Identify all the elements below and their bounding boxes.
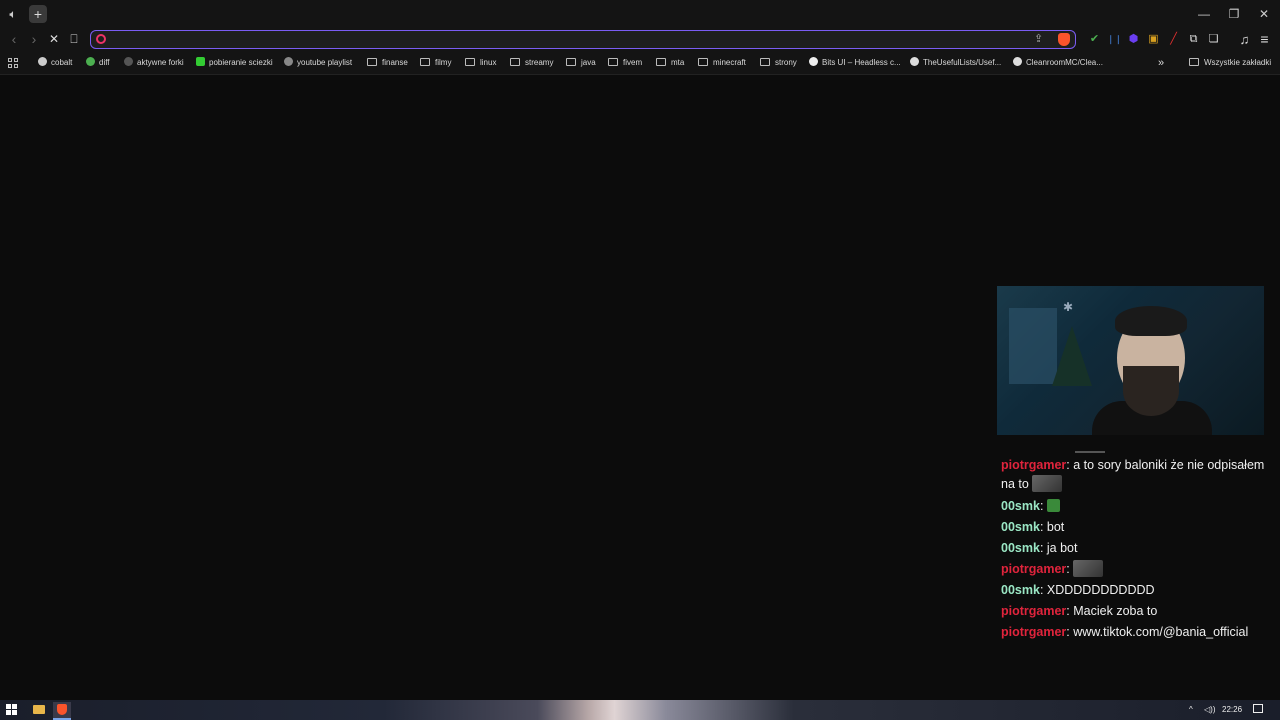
github-icon [910, 57, 919, 66]
brave-shields-icon[interactable] [1058, 33, 1070, 46]
folder-icon [465, 58, 475, 66]
speaker-icon[interactable]: 🔈︎ [4, 5, 22, 23]
windows-start-icon[interactable] [6, 704, 17, 715]
close-window-button[interactable]: ✕ [1250, 4, 1278, 24]
bookmark-mta[interactable]: mta [656, 56, 684, 70]
bookmark-bits-ui[interactable]: Bits UI – Headless c... [809, 56, 901, 70]
chat-message: piotrgamer: Maciek zoba to [1001, 604, 1158, 618]
bookmark-theusefullists[interactable]: TheUsefulLists/Usef... [910, 56, 1001, 70]
minimize-button[interactable]: — [1190, 4, 1218, 24]
volume-icon[interactable]: ◁)) [1204, 703, 1215, 717]
extension-box-icon[interactable]: ▣ [1147, 33, 1160, 46]
folder-icon [698, 58, 708, 66]
folder-icon [420, 58, 430, 66]
bookmark-filmy[interactable]: filmy [420, 56, 451, 70]
chat-overlay: piotrgamer: a to sory baloniki że nie od… [1001, 456, 1271, 643]
bookmark-finanse[interactable]: finanse [367, 56, 408, 70]
notification-icon[interactable] [1253, 704, 1263, 713]
forward-button[interactable]: › [26, 31, 42, 47]
bookmark-aktywne-forki[interactable]: aktywne forki [124, 56, 184, 70]
chat-message: piotrgamer: www.tiktok.com/@bania_offici… [1001, 625, 1249, 639]
new-tab-button[interactable]: + [29, 5, 47, 23]
bookmark-diff[interactable]: diff [86, 56, 110, 70]
apps-grid-icon[interactable] [8, 58, 18, 68]
site-info-icon[interactable] [96, 34, 106, 44]
cobalt-icon [38, 57, 47, 66]
chat-message: piotrgamer: a to sory baloniki że nie od… [1001, 458, 1265, 492]
title-bar [0, 0, 1280, 28]
bookmark-streamy[interactable]: streamy [510, 56, 553, 70]
address-input[interactable] [113, 32, 1017, 49]
brave-taskbar-button[interactable] [53, 702, 71, 720]
sidebar-icon[interactable]: ❏ [1207, 33, 1220, 46]
chat-message: piotrgamer: [1001, 559, 1271, 580]
extensions-puzzle-icon[interactable]: ⧉ [1187, 33, 1200, 46]
folder-icon [566, 58, 576, 66]
media-icon[interactable]: ♫ [1238, 33, 1251, 46]
extension-audio-icon[interactable]: ❘❘ [1107, 33, 1122, 46]
folder-icon [656, 58, 666, 66]
extension-hex-icon[interactable]: ⬢ [1127, 33, 1140, 46]
brave-icon [57, 704, 67, 715]
restore-button[interactable]: ❐ [1220, 4, 1248, 24]
chat-divider [1075, 451, 1105, 453]
stop-button[interactable]: ✕ [46, 31, 62, 47]
chat-message: 00smk: XDDDDDDDDDDD [1001, 583, 1155, 597]
taskbar [0, 700, 1280, 720]
bookmark-java[interactable]: java [566, 56, 596, 70]
menu-icon[interactable]: ≡ [1258, 32, 1271, 46]
github-icon [1013, 57, 1022, 66]
globe-icon [284, 57, 293, 66]
bookmark-minecraft[interactable]: minecraft [698, 56, 746, 70]
folder-icon [367, 58, 377, 66]
emote-image [1032, 475, 1063, 492]
bookmark-linux[interactable]: linux [465, 56, 496, 70]
bookmark-strony[interactable]: strony [760, 56, 797, 70]
share-icon[interactable]: ⇪ [1034, 32, 1043, 45]
clock[interactable]: 22:26 [1222, 703, 1242, 717]
webcam-overlay: ✱ [997, 286, 1264, 435]
extension-pen-icon[interactable]: ╱ [1167, 33, 1180, 46]
all-bookmarks-button[interactable]: Wszystkie zakładki [1189, 56, 1271, 70]
dot-icon [809, 57, 818, 66]
bookmark-fivem[interactable]: fivem [608, 56, 642, 70]
folder-icon [510, 58, 520, 66]
fork-icon [124, 57, 133, 66]
bookmarks-overflow-button[interactable]: » [1158, 56, 1164, 70]
tray-overflow-icon[interactable]: ^ [1189, 703, 1193, 717]
bookmark-youtube-playlist[interactable]: youtube playlist [284, 56, 352, 70]
chat-message: 00smk: bot [1001, 520, 1065, 534]
emote-image [1046, 499, 1060, 512]
bookmark-cobalt[interactable]: cobalt [38, 56, 72, 70]
download-icon [196, 57, 205, 66]
chat-message: 00smk: ja bot [1001, 541, 1078, 555]
bookmark-page-button[interactable]: ⎕ [66, 31, 82, 47]
emote-image [1073, 560, 1104, 577]
extension-check-icon[interactable]: ✔ [1088, 33, 1101, 46]
diff-icon [86, 57, 95, 66]
folder-icon [1189, 58, 1199, 66]
folder-icon [608, 58, 618, 66]
folder-icon [760, 58, 770, 66]
chat-message: 00smk: [1001, 496, 1271, 517]
bookmark-cleanroommc[interactable]: CleanroomMC/Clea... [1013, 56, 1103, 70]
bookmark-pobieranie-sciezki[interactable]: pobieranie sciezki [196, 56, 273, 70]
address-bar[interactable]: ⇪ [90, 30, 1076, 49]
file-explorer-icon[interactable] [33, 705, 45, 714]
back-button[interactable]: ‹ [6, 31, 22, 47]
